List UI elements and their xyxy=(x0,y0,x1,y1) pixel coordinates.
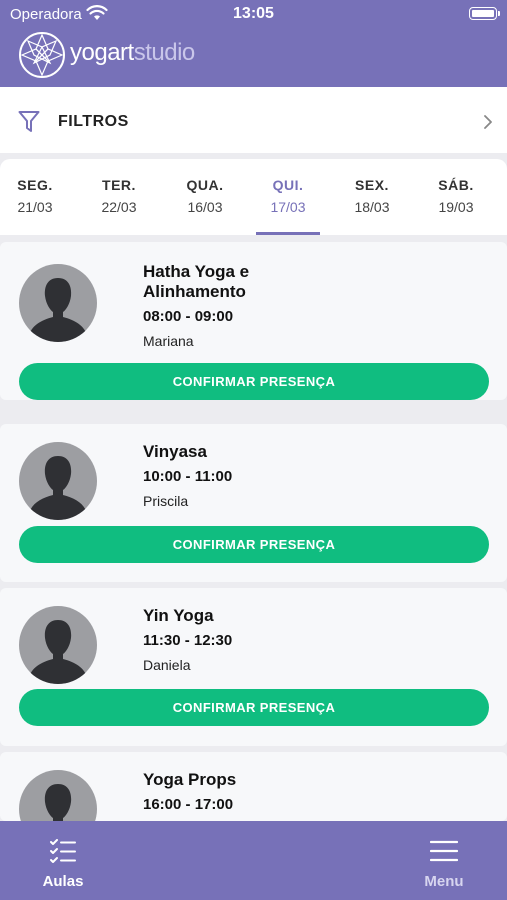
class-card: Yin Yoga 11:30 - 12:30 Daniela CONFIRMAR… xyxy=(0,588,507,746)
day-date: 16/03 xyxy=(187,199,223,215)
day-selector: SEG. 21/03 TER. 22/03 QUA. 16/03 QUI. 17… xyxy=(0,159,507,235)
tab-menu-label: Menu xyxy=(424,873,464,890)
day-name: SEG. xyxy=(17,177,53,193)
class-time: 16:00 - 17:00 xyxy=(143,796,234,813)
day-date: 19/03 xyxy=(438,199,474,215)
bottom-tab-bar: Aulas Menu xyxy=(0,821,507,900)
day-tab-seg[interactable]: SEG. 21/03 xyxy=(0,159,70,235)
day-name: SEX. xyxy=(355,177,389,193)
class-card: Vinyasa 10:00 - 11:00 Priscila CONFIRMAR… xyxy=(0,424,507,582)
day-tab-sex[interactable]: SEX. 18/03 xyxy=(337,159,407,235)
day-tab-qui[interactable]: QUI. 17/03 xyxy=(253,159,323,235)
tab-aulas-label: Aulas xyxy=(42,873,84,890)
app-header: Operadora 13:05 yogartstudio xyxy=(0,0,507,87)
chevron-right-icon xyxy=(484,115,492,129)
filters-row[interactable]: FILTROS xyxy=(0,87,507,153)
person-silhouette-icon xyxy=(29,456,87,520)
class-time: 10:00 - 11:00 xyxy=(143,468,233,485)
confirm-presence-button[interactable]: CONFIRMAR PRESENÇA xyxy=(19,363,489,400)
class-time: 08:00 - 09:00 xyxy=(143,308,234,325)
day-name: QUI. xyxy=(272,177,304,193)
battery-icon xyxy=(469,7,500,20)
logo-main-text: yogart xyxy=(70,39,134,66)
class-card: Yoga Props 16:00 - 17:00 xyxy=(0,752,507,821)
class-title: Yin Yoga xyxy=(143,606,214,625)
day-name: TER. xyxy=(102,177,136,193)
day-date: 17/03 xyxy=(270,199,306,215)
class-teacher: Daniela xyxy=(143,657,191,673)
class-title: Hatha Yoga e Alinhamento xyxy=(143,262,250,301)
day-tab-sab[interactable]: SÁB. 19/03 xyxy=(421,159,491,235)
checklist-icon xyxy=(50,839,76,863)
person-silhouette-icon xyxy=(29,620,87,684)
instructor-avatar xyxy=(19,442,97,520)
class-title: Yoga Props xyxy=(143,770,237,789)
day-name: SÁB. xyxy=(438,177,474,193)
class-teacher: Priscila xyxy=(143,493,189,509)
person-silhouette-icon xyxy=(29,278,87,342)
day-date: 21/03 xyxy=(17,199,53,215)
day-name: QUA. xyxy=(186,177,224,193)
logo-text: yogartstudio xyxy=(70,39,195,67)
day-tab-ter[interactable]: TER. 22/03 xyxy=(84,159,154,235)
status-time: 13:05 xyxy=(233,5,274,22)
class-title: Vinyasa xyxy=(143,442,207,461)
instructor-avatar xyxy=(19,264,97,342)
instructor-avatar xyxy=(19,606,97,684)
tab-aulas[interactable]: Aulas xyxy=(13,821,113,900)
tab-menu[interactable]: Menu xyxy=(394,821,494,900)
hamburger-menu-icon xyxy=(430,840,458,862)
day-date: 22/03 xyxy=(101,199,137,215)
person-silhouette-icon xyxy=(44,784,72,821)
instructor-avatar xyxy=(19,770,97,821)
logo-sub-text: studio xyxy=(133,39,196,66)
logo-mandala-icon xyxy=(19,32,65,78)
class-time: 11:30 - 12:30 xyxy=(143,632,233,649)
filters-label: FILTROS xyxy=(58,113,129,130)
selected-day-indicator xyxy=(256,232,320,235)
status-bar: Operadora 13:05 xyxy=(0,0,507,28)
day-date: 18/03 xyxy=(354,199,390,215)
class-card: Hatha Yoga e Alinhamento 08:00 - 09:00 M… xyxy=(0,242,507,400)
class-teacher: Mariana xyxy=(143,333,194,349)
day-tab-qua[interactable]: QUA. 16/03 xyxy=(170,159,240,235)
confirm-presence-button[interactable]: CONFIRMAR PRESENÇA xyxy=(19,526,489,563)
filter-funnel-icon xyxy=(18,111,40,132)
confirm-presence-button[interactable]: CONFIRMAR PRESENÇA xyxy=(19,689,489,726)
